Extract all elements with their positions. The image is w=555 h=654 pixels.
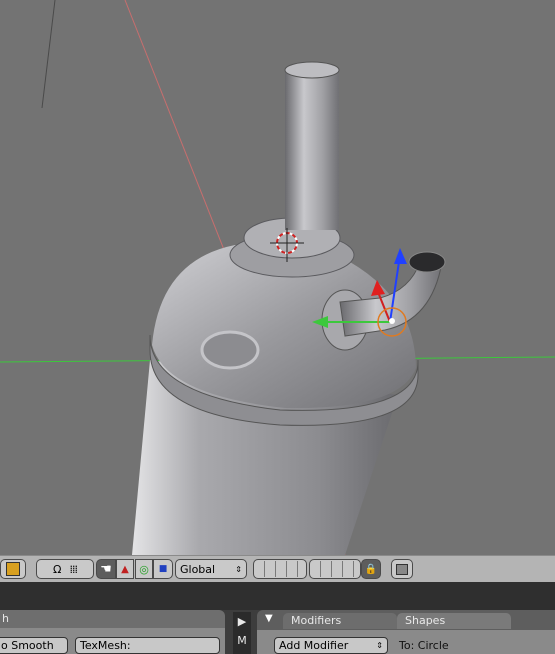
cube-icon	[6, 562, 20, 576]
scene-render	[0, 0, 555, 555]
tab-modifiers[interactable]: Modifiers	[283, 613, 397, 629]
pivot-icon: Ω	[53, 562, 62, 576]
rotate-icon: ◎	[139, 562, 149, 576]
hand-icon: ☚	[100, 561, 112, 577]
lock-icon: 🔒	[364, 563, 378, 575]
pipe-top	[284, 61, 340, 79]
grid-line	[41, 0, 56, 109]
add-modifier-dropdown[interactable]: Add Modifier ⇕	[274, 637, 388, 654]
snap-grid-icon: ⁞⁞⁞	[69, 562, 77, 576]
lock-layers-button[interactable]: 🔒	[361, 559, 381, 579]
updown-arrow-icon: ⇕	[376, 641, 383, 650]
panel-side-tabs: ▶ M	[233, 612, 251, 654]
auto-smooth-button[interactable]: o Smooth	[0, 637, 68, 654]
translate-button[interactable]: ▲	[116, 559, 134, 579]
side-tab-m[interactable]: M	[233, 632, 251, 650]
tab-shapes[interactable]: Shapes	[397, 613, 511, 629]
dent	[200, 330, 260, 370]
3d-viewport[interactable]	[0, 0, 555, 555]
window-separator	[0, 582, 555, 610]
manipulator-toggle[interactable]: ☚	[96, 559, 116, 579]
mesh-panel-header: h	[0, 610, 225, 628]
play-icon[interactable]: ▶	[233, 612, 251, 632]
rotate-button[interactable]: ◎	[135, 559, 153, 579]
scale-button[interactable]: ■	[153, 559, 173, 579]
layer-buttons-1[interactable]	[253, 559, 307, 579]
square-icon: ■	[158, 564, 168, 574]
layer-buttons-2[interactable]	[309, 559, 361, 579]
texmesh-field[interactable]: TexMesh:	[75, 637, 220, 654]
image-icon	[396, 563, 408, 575]
triangle-icon: ▲	[121, 563, 129, 575]
updown-arrow-icon: ⇕	[235, 564, 242, 574]
mesh-panel-body: o Smooth TexMesh:	[0, 628, 225, 654]
modifiers-panel-body: Add Modifier ⇕ To: Circle	[257, 630, 555, 654]
3d-view-header: Ω ⁞⁞⁞ ☚ ▲ ◎ ■ Global ⇕ 🔒	[0, 555, 555, 582]
modifiers-panel-header: ▼ Modifiers Shapes	[257, 610, 555, 630]
to-label: To: Circle	[399, 639, 449, 652]
render-preview-button[interactable]	[391, 559, 413, 579]
vertical-pipe	[285, 70, 339, 230]
orientation-label: Global	[180, 562, 216, 576]
mesh-panel-title: h	[2, 612, 9, 625]
object-mode-button[interactable]	[0, 559, 26, 579]
add-modifier-label: Add Modifier	[279, 639, 349, 652]
side-pipe-opening	[408, 251, 446, 273]
pivot-selector[interactable]: Ω ⁞⁞⁞	[36, 559, 94, 579]
collapse-triangle-icon[interactable]: ▼	[265, 613, 273, 624]
buttons-window: h o Smooth TexMesh: ▶ M ▼ Modifiers Shap…	[0, 610, 555, 654]
orientation-dropdown[interactable]: Global ⇕	[175, 559, 247, 579]
